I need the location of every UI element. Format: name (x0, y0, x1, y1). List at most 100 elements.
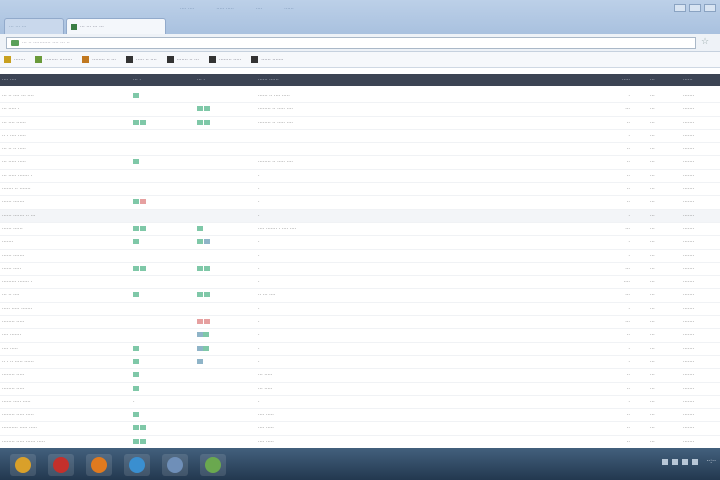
row-name[interactable]: ··· ·· ···· ··· ···· (2, 93, 122, 99)
column-header[interactable]: ··· (650, 77, 670, 83)
tray-icon[interactable] (662, 458, 669, 465)
row-status[interactable]: ······· (683, 292, 719, 298)
row-name[interactable]: ···· ····· (2, 346, 122, 352)
table-row[interactable]: ·· · ·· ····· ······ · · ··· ······· (0, 356, 720, 370)
taskbar-app-button[interactable] (124, 454, 150, 476)
row-status[interactable]: ······· (683, 372, 719, 378)
table-row[interactable]: ······· ·· ······· · ·· ··· ······· (0, 183, 720, 197)
column-header[interactable]: ··· · (197, 77, 257, 83)
row-name[interactable]: ·········· ····· ····· (2, 425, 122, 431)
table-row[interactable]: ········ ····· ····· ···· ····· ·· ··· ·····… (0, 409, 720, 423)
bookmark-item[interactable]: ········ ····· (208, 56, 241, 63)
row-name[interactable]: ······ ····· (2, 266, 122, 272)
row-status[interactable]: ······· (683, 306, 719, 312)
taskbar-app-button[interactable] (162, 454, 188, 476)
row-status[interactable]: ······· (683, 120, 719, 126)
row-name[interactable]: ······ ····· ····· (2, 399, 122, 405)
table-row[interactable]: ········ ····· ··· ····· ·· ··· ······· (0, 369, 720, 383)
close-icon[interactable] (704, 4, 716, 12)
row-name[interactable]: ········ ····· ······ ····· (2, 439, 122, 445)
column-header[interactable]: ······ (683, 77, 719, 83)
table-row[interactable]: ··· ·· ···· ·· ··· ···· ··· ··· ······· (0, 289, 720, 303)
row-status[interactable]: ······· (683, 425, 719, 431)
tray-icon[interactable] (682, 458, 689, 465)
address-input[interactable]: ··· ·· ··········· ···· ··· ·· (6, 37, 696, 49)
row-name[interactable]: ··· ·· ···· (2, 292, 122, 298)
bookmark-item[interactable]: ········ ·· ··· (82, 56, 116, 63)
table-row[interactable]: ········ ····· · ··· ··· ······· (0, 316, 720, 330)
row-name[interactable]: ········ ····· (2, 319, 122, 325)
table-row[interactable]: ·· · ···· ····· · ··· ······· (0, 130, 720, 144)
bookmark-item[interactable]: ······ ······· (251, 56, 283, 63)
taskbar-app-button[interactable] (86, 454, 112, 476)
table-row[interactable]: ········ ····· ··· ····· ·· ··· ······· (0, 383, 720, 396)
row-name[interactable]: ······· (2, 239, 122, 245)
row-name[interactable]: ··· ····· ······· · (2, 173, 122, 179)
tray-icon[interactable] (672, 458, 679, 465)
table-row[interactable]: ······ ······ ···· ······· · ···· ···· ···… (0, 223, 720, 237)
column-header[interactable]: ··· · (133, 77, 193, 83)
table-row[interactable]: ···· ····· · · ··· ······· (0, 343, 720, 356)
row-name[interactable]: ··· ·· ·· ····· (2, 146, 122, 152)
top-link[interactable]: ····· ····· (216, 6, 233, 12)
table-row[interactable]: ··· ····· ······· · · ·· ··· ······· (0, 170, 720, 184)
row-status[interactable]: ······· (683, 266, 719, 272)
row-status[interactable]: ······· (683, 279, 719, 285)
row-status[interactable]: ······· (683, 173, 719, 179)
row-name[interactable]: ··· ···· ······ (2, 120, 122, 126)
row-status[interactable]: ······· (683, 439, 719, 445)
row-status[interactable]: ······· (683, 359, 719, 365)
row-name[interactable]: ········ ····· (2, 372, 122, 378)
row-status[interactable]: ······· (683, 346, 719, 352)
table-row[interactable]: ······ ··················· (0, 263, 720, 277)
row-status[interactable]: ······· (683, 386, 719, 392)
tab[interactable]: ··· ··· ··· (4, 18, 64, 34)
row-status[interactable]: ······· (683, 332, 719, 338)
column-header[interactable]: ····· (608, 77, 630, 83)
row-name[interactable]: ······ ······· (2, 199, 122, 205)
row-name[interactable]: ···· ······· (2, 332, 122, 338)
table-row[interactable]: ··· ·· ···· ··· ···· ······ ·· ···· ·····… (0, 90, 720, 104)
row-status[interactable]: ······· (683, 106, 719, 112)
row-status[interactable]: ······· (683, 199, 719, 205)
maximize-icon[interactable] (689, 4, 701, 12)
top-link[interactable]: ······ (284, 6, 294, 12)
table-row[interactable]: ········· ······· · · ···· ··· ······· (0, 276, 720, 290)
row-name[interactable]: ··· ····· · (2, 106, 122, 112)
row-status[interactable]: ······· (683, 93, 719, 99)
row-name[interactable]: ·· · ···· ····· (2, 133, 122, 139)
bookmark-item[interactable]: ······· ·· ··· (166, 56, 199, 63)
row-status[interactable]: ······· (683, 226, 719, 232)
row-status[interactable]: ······· (683, 239, 719, 245)
taskbar-app-button[interactable] (10, 454, 36, 476)
row-name[interactable]: ········· ······· · (2, 279, 122, 285)
row-name[interactable]: ····· ····· ······· (2, 306, 122, 312)
row-name[interactable]: ········ ····· (2, 386, 122, 392)
row-status[interactable]: ······· (683, 399, 719, 405)
table-row[interactable]: ··· ·· ·· ····· ·· ··· ······· (0, 143, 720, 157)
taskbar-app-button[interactable] (200, 454, 226, 476)
table-row[interactable]: ······ ······· · ·· ··· ······· (0, 196, 720, 210)
column-header[interactable]: ···· ···· (2, 77, 122, 83)
row-name[interactable]: ······· ·· ······· (2, 186, 122, 192)
row-status[interactable]: ······· (683, 186, 719, 192)
tray-icon[interactable] (692, 458, 699, 465)
table-row[interactable]: ······ ··················· (0, 250, 720, 263)
row-name[interactable]: ··· ····· ····· (2, 159, 122, 165)
table-row[interactable]: ······· · · ··· ······· (0, 236, 720, 250)
top-link[interactable]: ···· ···· (180, 6, 194, 12)
row-name[interactable]: ······ ······· ·· ··· (2, 213, 122, 219)
table-row[interactable]: ··· ···· ······ ········ ·· ····· ···· ·· ·… (0, 117, 720, 130)
tab-active[interactable]: ··· ··· ··· ··· (66, 18, 166, 34)
bookmark-item[interactable]: ········ ········ (35, 56, 72, 63)
table-row[interactable]: ·········· ····· ····· ···· ····· ·· ··· ···… (0, 422, 720, 436)
bookmark-item[interactable]: ····· ·· ···· (126, 56, 157, 63)
row-status[interactable]: ······· (683, 412, 719, 418)
row-name[interactable]: ·· · ·· ····· ······ (2, 359, 122, 365)
row-status[interactable]: ······· (683, 146, 719, 152)
table-row[interactable]: ···· ······· · ·· ··· ······· (0, 329, 720, 343)
taskbar-app-button[interactable] (48, 454, 74, 476)
bookmark-item[interactable]: ······· (4, 56, 25, 63)
row-status[interactable]: ······· (683, 159, 719, 165)
column-header[interactable]: ······ ······ (258, 77, 458, 83)
